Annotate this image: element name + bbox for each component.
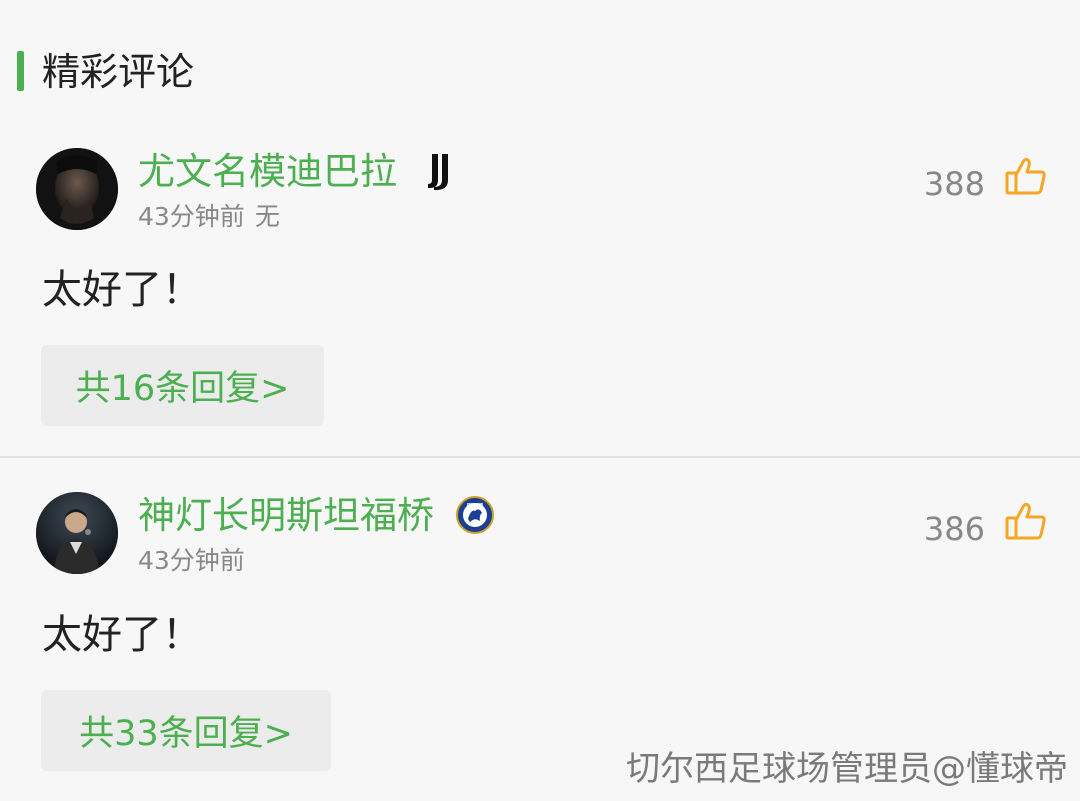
- juventus-logo-icon: [420, 152, 460, 192]
- comment-divider: [0, 456, 1080, 458]
- thumbs-up-icon[interactable]: [1004, 499, 1048, 543]
- avatar[interactable]: [36, 492, 118, 574]
- comment-text: 太好了！: [42, 267, 202, 313]
- avatar[interactable]: [36, 148, 118, 230]
- section-title: 精彩评论: [42, 50, 195, 94]
- chelsea-logo-icon: [455, 495, 495, 535]
- view-replies-button[interactable]: 共33条回复>: [41, 690, 331, 771]
- thumbs-up-icon[interactable]: [1004, 154, 1048, 198]
- comment-time: 43分钟前: [138, 202, 245, 231]
- comment-extra: 无: [254, 202, 280, 231]
- like-count: 386: [923, 510, 985, 548]
- comment-meta: 43分钟前: [138, 545, 255, 577]
- comment-time: 43分钟前: [138, 546, 245, 575]
- like-count: 388: [923, 165, 985, 203]
- section-accent-bar: [17, 51, 24, 91]
- username[interactable]: 神灯长明斯坦福桥: [138, 494, 434, 538]
- comment-text: 太好了！: [42, 612, 202, 658]
- view-replies-button[interactable]: 共16条回复>: [41, 345, 324, 426]
- comment-meta: 43分钟前无: [138, 201, 290, 233]
- username[interactable]: 尤文名模迪巴拉: [138, 150, 397, 194]
- watermark: 切尔西足球场管理员@懂球帝: [626, 749, 1068, 789]
